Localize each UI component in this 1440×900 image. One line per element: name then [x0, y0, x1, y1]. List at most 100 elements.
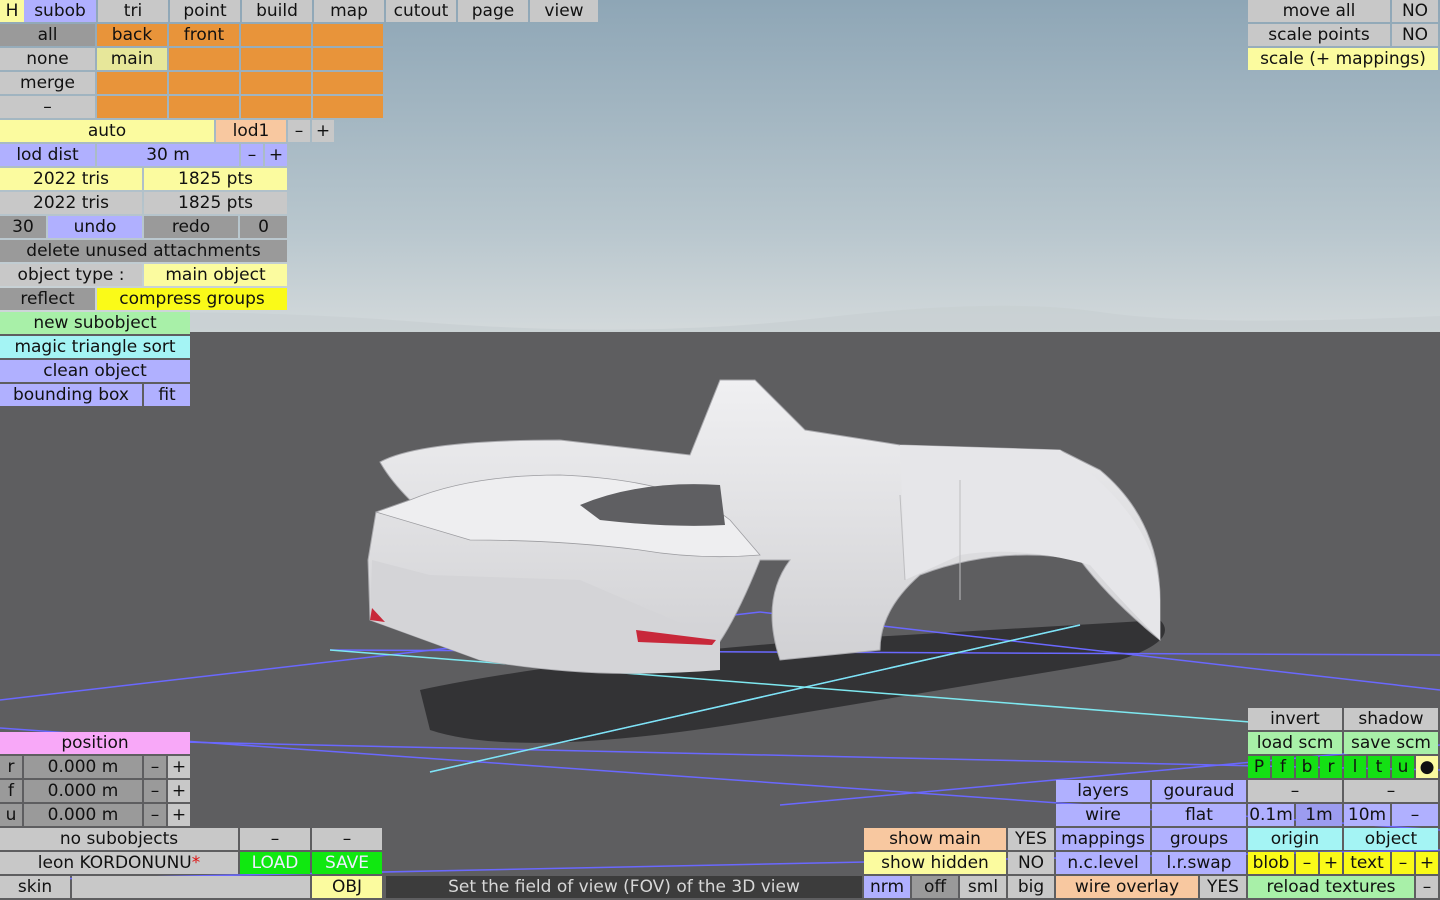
flat-button[interactable]: flat: [1152, 804, 1246, 826]
tab-cutout[interactable]: cutout: [386, 0, 456, 22]
load-button[interactable]: LOAD: [240, 852, 310, 874]
off-button[interactable]: off: [912, 876, 958, 898]
skin-button[interactable]: skin: [0, 876, 70, 898]
view-right-button[interactable]: r: [1320, 756, 1342, 778]
shadow-button[interactable]: shadow: [1344, 708, 1438, 730]
tab-h[interactable]: H: [0, 0, 24, 22]
reload-minus-button[interactable]: –: [1416, 876, 1438, 898]
step-minus-button[interactable]: –: [1392, 804, 1438, 826]
redo-button[interactable]: redo: [144, 216, 238, 238]
view-back-button[interactable]: b: [1296, 756, 1318, 778]
view-top-button[interactable]: t: [1368, 756, 1390, 778]
undo-button[interactable]: undo: [48, 216, 142, 238]
slot-empty[interactable]: [241, 72, 311, 94]
wire-overlay-value[interactable]: YES: [1200, 876, 1246, 898]
move-all-value[interactable]: NO: [1392, 0, 1438, 22]
position-f-plus-button[interactable]: +: [168, 780, 190, 802]
tab-view[interactable]: view: [530, 0, 598, 22]
save-button[interactable]: SAVE: [312, 852, 382, 874]
position-u-minus-button[interactable]: –: [144, 804, 166, 826]
lod-level[interactable]: lod1: [216, 120, 286, 142]
lr-swap-button[interactable]: l.r.swap: [1152, 852, 1246, 874]
nc-level-button[interactable]: n.c.level: [1056, 852, 1150, 874]
step-1m-button[interactable]: 1m: [1296, 804, 1342, 826]
slot-empty[interactable]: [241, 48, 311, 70]
subobject-dash-button[interactable]: –: [240, 828, 310, 850]
small-size-button[interactable]: sml: [960, 876, 1006, 898]
tab-point[interactable]: point: [170, 0, 240, 22]
slot-empty[interactable]: [241, 24, 311, 46]
load-scm-button[interactable]: load scm: [1248, 732, 1342, 754]
delete-unused-attachments-button[interactable]: delete unused attachments: [0, 240, 287, 262]
blob-button[interactable]: blob: [1248, 852, 1294, 874]
position-value-u[interactable]: 0.000 m: [24, 804, 142, 826]
tab-subob[interactable]: subob: [24, 0, 96, 22]
position-r-plus-button[interactable]: +: [168, 756, 190, 778]
file-name[interactable]: leon KORDONUNU*: [0, 852, 238, 874]
view-left-button[interactable]: l: [1344, 756, 1366, 778]
tab-page[interactable]: page: [458, 0, 528, 22]
new-subobject-button[interactable]: new subobject: [0, 312, 190, 334]
no-subobjects-label[interactable]: no subobjects: [0, 828, 238, 850]
lod-dist-value[interactable]: 30 m: [97, 144, 239, 166]
lod-plus-button[interactable]: +: [312, 120, 334, 142]
obj-button[interactable]: OBJ: [312, 876, 382, 898]
position-f-minus-button[interactable]: –: [144, 780, 166, 802]
dash-button[interactable]: –: [0, 96, 95, 118]
view-front-button[interactable]: f: [1272, 756, 1294, 778]
text-button[interactable]: text: [1344, 852, 1390, 874]
slot-empty[interactable]: [241, 96, 311, 118]
show-hidden-value[interactable]: NO: [1008, 852, 1054, 874]
position-u-plus-button[interactable]: +: [168, 804, 190, 826]
main-button[interactable]: main: [97, 48, 167, 70]
blob-minus-button[interactable]: –: [1296, 852, 1318, 874]
show-main-toggle[interactable]: show main: [864, 828, 1006, 850]
select-none-button[interactable]: none: [0, 48, 95, 70]
step-0-1m-button[interactable]: 0.1m: [1248, 804, 1294, 826]
wire-overlay-toggle[interactable]: wire overlay: [1056, 876, 1198, 898]
view-under-button[interactable]: u: [1392, 756, 1414, 778]
origin-button[interactable]: origin: [1248, 828, 1342, 850]
dot-icon[interactable]: ●: [1416, 756, 1438, 778]
gouraud-button[interactable]: gouraud: [1152, 780, 1246, 802]
big-size-button[interactable]: big: [1008, 876, 1054, 898]
position-value-f[interactable]: 0.000 m: [24, 780, 142, 802]
slot-empty[interactable]: [169, 72, 239, 94]
reflect-button[interactable]: reflect: [0, 288, 95, 310]
magic-triangle-sort-button[interactable]: magic triangle sort: [0, 336, 190, 358]
scale-points-value[interactable]: NO: [1392, 24, 1438, 46]
scale-mappings-button[interactable]: scale (+ mappings): [1248, 48, 1438, 70]
position-r-minus-button[interactable]: –: [144, 756, 166, 778]
slot-empty[interactable]: [169, 96, 239, 118]
lod-dist-plus-button[interactable]: +: [265, 144, 287, 166]
clean-object-button[interactable]: clean object: [0, 360, 190, 382]
back-button[interactable]: back: [97, 24, 167, 46]
compress-groups-button[interactable]: compress groups: [97, 288, 287, 310]
layers-button[interactable]: layers: [1056, 780, 1150, 802]
save-scm-button[interactable]: save scm: [1344, 732, 1438, 754]
bounding-box-button[interactable]: bounding box: [0, 384, 142, 406]
tab-build[interactable]: build: [242, 0, 312, 22]
move-all-toggle[interactable]: move all: [1248, 0, 1390, 22]
invert-button[interactable]: invert: [1248, 708, 1342, 730]
lod-dist-minus-button[interactable]: –: [241, 144, 263, 166]
mappings-button[interactable]: mappings: [1056, 828, 1150, 850]
object-type-value[interactable]: main object: [144, 264, 287, 286]
text-plus-button[interactable]: +: [1416, 852, 1438, 874]
object-button[interactable]: object: [1344, 828, 1438, 850]
scale-points-toggle[interactable]: scale points: [1248, 24, 1390, 46]
lod-auto-button[interactable]: auto: [0, 120, 214, 142]
tab-tri[interactable]: tri: [98, 0, 168, 22]
skin-field[interactable]: [72, 876, 310, 898]
show-hidden-toggle[interactable]: show hidden: [864, 852, 1006, 874]
normal-size-button[interactable]: nrm: [864, 876, 910, 898]
merge-button[interactable]: merge: [0, 72, 95, 94]
step-10m-button[interactable]: 10m: [1344, 804, 1390, 826]
dash-button[interactable]: –: [1248, 780, 1342, 802]
slot-empty[interactable]: [97, 96, 167, 118]
reload-textures-button[interactable]: reload textures: [1248, 876, 1414, 898]
tab-map[interactable]: map: [314, 0, 384, 22]
lod-minus-button[interactable]: –: [288, 120, 310, 142]
groups-button[interactable]: groups: [1152, 828, 1246, 850]
front-button[interactable]: front: [169, 24, 239, 46]
